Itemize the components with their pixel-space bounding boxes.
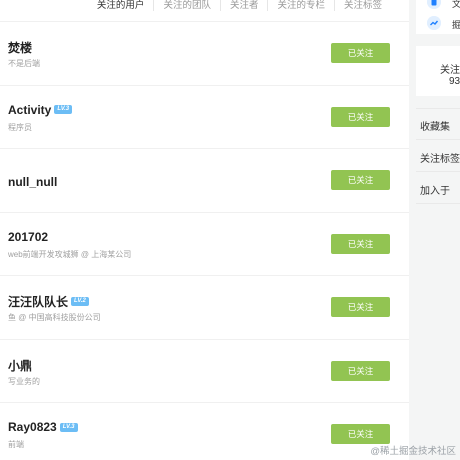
menu-followed-tags[interactable]: 关注标签 <box>420 150 460 165</box>
list-item[interactable]: null_null 已关注 <box>0 149 409 213</box>
sidebar-top-item[interactable]: 文 <box>452 0 460 10</box>
followed-button[interactable]: 已关注 <box>331 43 390 63</box>
level-badge: LV.3 <box>54 105 73 114</box>
level-badge: LV.2 <box>71 297 89 306</box>
user-name[interactable]: Activity LV.3 <box>8 103 73 117</box>
user-description: 前端 <box>8 440 24 449</box>
list-item[interactable]: 小鼎 写业务的 已关注 <box>0 340 409 403</box>
user-name[interactable]: Ray0823 LV.3 <box>8 420 78 434</box>
menu-collections[interactable]: 收藏集 <box>420 118 450 133</box>
level-badge: LV.3 <box>59 422 78 432</box>
right-sidebar: 文 掘 关注 93 收藏集 关注标签 加入于 <box>416 0 460 460</box>
user-description: 程序员 <box>8 122 32 132</box>
tab-followers[interactable]: 关注者 <box>219 0 268 11</box>
tab-following-tags[interactable]: 关注标签 <box>333 0 391 11</box>
list-item[interactable]: 汪汪队队长 LV.2 鱼 @ 中国高科技股份公司 已关注 <box>0 276 409 340</box>
follow-tabs: 关注的用户 关注的团队 关注者 关注的专栏 关注标签 <box>88 0 391 14</box>
tab-following-teams[interactable]: 关注的团队 <box>153 0 220 11</box>
followed-button[interactable]: 已关注 <box>331 297 390 317</box>
tab-following-columns[interactable]: 关注的专栏 <box>267 0 334 11</box>
main-panel: 关注的用户 关注的团队 关注者 关注的专栏 关注标签 焚楼 不是后端 已关注 A… <box>0 0 409 460</box>
document-icon <box>427 0 441 9</box>
followed-button[interactable]: 已关注 <box>331 424 390 444</box>
user-description: 不是后端 <box>8 59 40 68</box>
followed-button[interactable]: 已关注 <box>331 170 390 190</box>
followed-button[interactable]: 已关注 <box>331 233 390 254</box>
divider <box>416 171 460 172</box>
stat-value: 93 <box>449 76 460 87</box>
list-item[interactable]: 焚楼 不是后端 已关注 <box>0 22 409 86</box>
user-list: 焚楼 不是后端 已关注 Activity LV.3 程序员 已关注 null_nu… <box>0 22 409 460</box>
user-name[interactable]: 汪汪队队长 LV.2 <box>8 293 89 310</box>
user-name[interactable]: 焚楼 <box>8 39 32 56</box>
trend-icon <box>427 16 441 30</box>
stat-label: 关注 <box>440 65 460 76</box>
sidebar-top-card: 文 掘 <box>416 0 460 34</box>
divider <box>416 108 460 109</box>
divider <box>416 139 460 140</box>
followed-button[interactable]: 已关注 <box>331 106 390 127</box>
followed-button[interactable]: 已关注 <box>331 360 390 381</box>
menu-joined-on: 加入于 <box>420 186 450 197</box>
follow-stat-card: 关注 93 <box>416 46 460 96</box>
watermark: @稀土掘金技术社区 <box>370 446 456 457</box>
user-name[interactable]: 小鼎 <box>8 357 32 374</box>
divider <box>416 203 460 204</box>
user-description: 写业务的 <box>8 376 40 386</box>
user-name[interactable]: null_null <box>8 175 57 189</box>
tab-following-users[interactable]: 关注的用户 <box>88 0 154 11</box>
user-name[interactable]: 201702 <box>8 230 48 244</box>
sidebar-top-item[interactable]: 掘 <box>452 18 460 31</box>
list-item[interactable]: Activity LV.3 程序员 已关注 <box>0 86 409 149</box>
list-item[interactable]: 201702 web前端开发攻城狮 @ 上海某公司 已关注 <box>0 213 409 276</box>
user-description: web前端开发攻城狮 @ 上海某公司 <box>8 249 132 259</box>
list-item[interactable]: Ray0823 LV.3 前端 已关注 <box>0 403 409 460</box>
user-description: 鱼 @ 中国高科技股份公司 <box>8 313 101 322</box>
